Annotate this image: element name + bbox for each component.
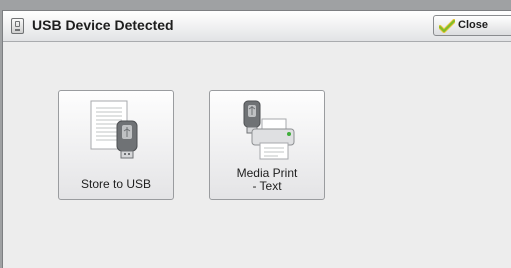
- close-label: Close: [458, 19, 488, 31]
- usb-drive-icon: [11, 18, 24, 34]
- store-to-usb-label: Store to USB: [80, 177, 152, 191]
- store-to-usb-button[interactable]: Store to USB: [58, 90, 174, 200]
- dialog-title: USB Device Detected: [32, 17, 174, 33]
- usb-device-dialog: USB Device Detected Close Store to USB M…: [2, 10, 511, 268]
- media-print-text-button[interactable]: Media Print - Text: [209, 90, 325, 200]
- document-usb-icon: [90, 100, 138, 159]
- dialog-titlebar: USB Device Detected Close: [3, 11, 511, 42]
- usb-printer-icon: [243, 100, 295, 160]
- media-print-label-line2: - Text: [252, 179, 282, 193]
- close-button[interactable]: Close: [433, 15, 511, 36]
- checkmark-icon: [439, 19, 455, 33]
